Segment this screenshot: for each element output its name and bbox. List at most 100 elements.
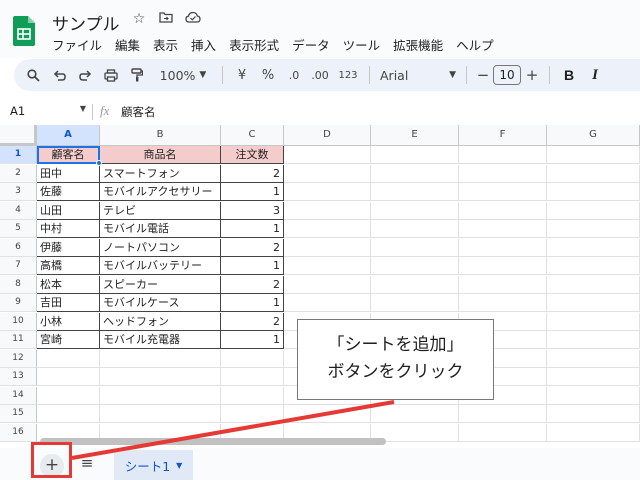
- grid-cell[interactable]: [547, 349, 640, 368]
- grid-cell[interactable]: [371, 294, 459, 312]
- grid-cell[interactable]: [100, 386, 221, 405]
- grid-cell[interactable]: [547, 312, 640, 331]
- row-header[interactable]: 5: [0, 220, 37, 238]
- grid-cell[interactable]: [459, 201, 547, 220]
- column-header-a[interactable]: A: [37, 125, 100, 146]
- document-title[interactable]: サンプル: [52, 10, 120, 35]
- grid-cell[interactable]: 小林: [37, 312, 100, 331]
- menu-tools[interactable]: ツール: [343, 35, 381, 54]
- row-header[interactable]: 14: [0, 386, 37, 405]
- grid-cell[interactable]: 中村: [37, 220, 100, 238]
- grid-cell[interactable]: [459, 423, 547, 442]
- column-header-b[interactable]: B: [100, 125, 221, 146]
- row-header[interactable]: 9: [0, 294, 37, 312]
- grid-cell[interactable]: [459, 294, 547, 312]
- redo-icon[interactable]: [72, 63, 98, 87]
- grid-cell[interactable]: [371, 201, 459, 220]
- grid-cell[interactable]: [221, 386, 284, 405]
- row-header[interactable]: 3: [0, 183, 37, 201]
- grid-cell[interactable]: [459, 146, 547, 164]
- move-to-folder-icon[interactable]: [157, 11, 175, 27]
- grid-cell[interactable]: [284, 220, 371, 238]
- grid-cell[interactable]: [459, 238, 547, 257]
- name-box[interactable]: A1 ▼: [10, 104, 86, 118]
- grid-cell[interactable]: [547, 183, 640, 201]
- grid-cell[interactable]: 2: [221, 275, 284, 294]
- font-size-input[interactable]: 10: [493, 65, 521, 85]
- grid-cell[interactable]: 1: [221, 294, 284, 312]
- active-cell-selection[interactable]: [37, 146, 100, 164]
- menu-view[interactable]: 表示: [153, 35, 178, 54]
- grid-cell[interactable]: モバイルケース: [100, 294, 221, 312]
- grid-cell[interactable]: モバイルバッテリー: [100, 257, 221, 275]
- grid-cell[interactable]: 松本: [37, 275, 100, 294]
- grid-cell[interactable]: [371, 405, 459, 423]
- row-header[interactable]: 2: [0, 164, 37, 183]
- column-header-c[interactable]: C: [221, 125, 284, 146]
- paint-format-icon[interactable]: [124, 63, 150, 87]
- search-icon[interactable]: [20, 63, 46, 87]
- grid-cell[interactable]: [221, 349, 284, 368]
- grid-cell[interactable]: [547, 238, 640, 257]
- column-header-e[interactable]: E: [371, 125, 459, 146]
- grid-cell[interactable]: [547, 294, 640, 312]
- grid-cell[interactable]: 3: [221, 201, 284, 220]
- grid-cell[interactable]: [221, 368, 284, 386]
- row-header[interactable]: 6: [0, 238, 37, 257]
- grid-cell[interactable]: [371, 238, 459, 257]
- row-header[interactable]: 16: [0, 423, 37, 442]
- menu-extensions[interactable]: 拡張機能: [393, 35, 443, 54]
- grid-cell[interactable]: 田中: [37, 164, 100, 183]
- menu-file[interactable]: ファイル: [52, 35, 102, 54]
- grid-cell[interactable]: 2: [221, 238, 284, 257]
- row-header[interactable]: 1: [0, 146, 37, 164]
- print-icon[interactable]: [98, 63, 124, 87]
- all-sheets-menu-icon[interactable]: ≡: [78, 454, 96, 474]
- grid-cell[interactable]: [221, 405, 284, 423]
- grid-cell[interactable]: [459, 183, 547, 201]
- grid-cell[interactable]: テレビ: [100, 201, 221, 220]
- grid-cell[interactable]: [371, 220, 459, 238]
- row-header[interactable]: 8: [0, 275, 37, 294]
- grid-cell[interactable]: 宮崎: [37, 331, 100, 349]
- grid-cell[interactable]: 1: [221, 220, 284, 238]
- menu-format[interactable]: 表示形式: [229, 35, 279, 54]
- grid-cell[interactable]: [371, 257, 459, 275]
- grid-cell[interactable]: [547, 423, 640, 442]
- grid-cell[interactable]: [100, 368, 221, 386]
- grid-cell[interactable]: [284, 294, 371, 312]
- row-header[interactable]: 11: [0, 331, 37, 349]
- row-header[interactable]: 15: [0, 405, 37, 423]
- row-header[interactable]: 12: [0, 349, 37, 368]
- grid-cell[interactable]: [459, 275, 547, 294]
- menu-help[interactable]: ヘルプ: [456, 35, 494, 54]
- column-header-f[interactable]: F: [459, 125, 547, 146]
- currency-format-button[interactable]: ¥: [229, 63, 255, 87]
- italic-button[interactable]: I: [582, 63, 608, 87]
- column-header-g[interactable]: G: [547, 125, 640, 146]
- grid-cell[interactable]: [37, 386, 100, 405]
- font-size-decrease-button[interactable]: −: [473, 63, 493, 87]
- chevron-down-icon[interactable]: ▼: [176, 461, 182, 470]
- grid-cell[interactable]: スマートフォン: [100, 164, 221, 183]
- table-header-cell[interactable]: 商品名: [100, 146, 221, 164]
- grid-cell[interactable]: モバイル電話: [100, 220, 221, 238]
- menu-insert[interactable]: 挿入: [191, 35, 216, 54]
- grid-cell[interactable]: [37, 405, 100, 423]
- grid-cell[interactable]: [547, 257, 640, 275]
- grid-cell[interactable]: ヘッドフォン: [100, 312, 221, 331]
- grid-cell[interactable]: [284, 201, 371, 220]
- number-format-button[interactable]: 123: [333, 63, 363, 87]
- grid-cell[interactable]: スピーカー: [100, 275, 221, 294]
- grid-cell[interactable]: [547, 164, 640, 183]
- grid-cell[interactable]: 2: [221, 164, 284, 183]
- grid-cell[interactable]: [547, 331, 640, 349]
- cloud-saved-icon[interactable]: [184, 11, 202, 27]
- grid-cell[interactable]: [37, 368, 100, 386]
- grid-cell[interactable]: [547, 220, 640, 238]
- font-select[interactable]: Arial ▼: [376, 63, 460, 87]
- grid-cell[interactable]: [371, 164, 459, 183]
- grid-cell[interactable]: モバイル充電器: [100, 331, 221, 349]
- row-header[interactable]: 7: [0, 257, 37, 275]
- select-all-corner[interactable]: [0, 125, 37, 146]
